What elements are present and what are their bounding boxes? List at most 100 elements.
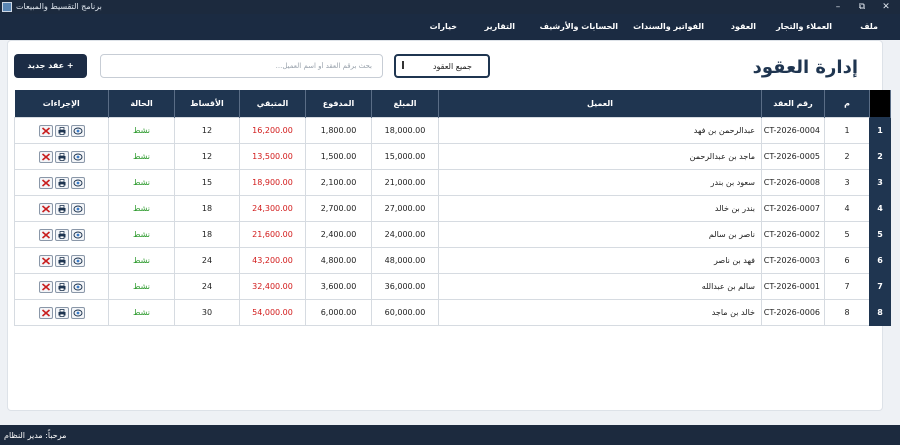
app-icon (2, 2, 12, 12)
row-header[interactable]: 7 (869, 273, 891, 300)
menu-accounts-archive[interactable]: الحسابات والأرشيف (540, 22, 618, 31)
cell-actions (14, 247, 109, 274)
cell-client: بندر بن خالد (438, 195, 762, 222)
dropdown-icon (402, 61, 404, 69)
print-contract-button[interactable] (54, 150, 69, 163)
menu-clients-merchants[interactable]: العملاء والتجار (776, 22, 832, 31)
cell-index: 3 (824, 169, 870, 196)
cell-remaining: 32,400.00 (239, 273, 306, 300)
table-row[interactable]: 7 7 CT-2026-0001 سالم بن عبدالله 36,000.00 3,… (14, 273, 891, 300)
cell-amount: 36,000.00 (371, 273, 439, 300)
delete-contract-button[interactable] (38, 280, 53, 293)
print-contract-button[interactable] (54, 228, 69, 241)
row-header[interactable]: 5 (869, 221, 891, 248)
minimize-button[interactable]: – (826, 0, 850, 14)
table-row[interactable]: 5 5 CT-2026-0002 ناصر بن سالم 24,000.00 2,400… (14, 221, 891, 248)
row-header[interactable]: 1 (869, 117, 891, 144)
view-contract-button[interactable] (70, 254, 85, 267)
cell-status: نشط (108, 195, 175, 222)
view-contract-button[interactable] (70, 176, 85, 189)
col-header-remaining[interactable]: المتبقي (239, 90, 306, 118)
contracts-table: م رقم العقد العميل المبلغ المدفوع المتبق… (14, 90, 891, 326)
delete-contract-button[interactable] (38, 254, 53, 267)
delete-contract-button[interactable] (38, 306, 53, 319)
print-contract-button[interactable] (54, 306, 69, 319)
delete-contract-button[interactable] (38, 228, 53, 241)
print-contract-button[interactable] (54, 202, 69, 215)
menu-contracts[interactable]: العقود (731, 22, 756, 31)
print-contract-button[interactable] (54, 280, 69, 293)
row-header[interactable]: 8 (869, 299, 891, 326)
table-row[interactable]: 8 8 CT-2026-0006 خالد بن ماجد 60,000.00 6,000… (14, 299, 891, 326)
cell-paid: 1,500.00 (305, 143, 372, 170)
view-contract-button[interactable] (70, 124, 85, 137)
cell-contract-no: CT-2026-0006 (761, 299, 825, 326)
cell-index: 2 (824, 143, 870, 170)
view-contract-button[interactable] (70, 228, 85, 241)
table-row[interactable]: 4 4 CT-2026-0007 بندر بن خالد 27,000.00 2,700… (14, 195, 891, 222)
delete-contract-button[interactable] (38, 176, 53, 189)
print-contract-button[interactable] (54, 176, 69, 189)
title-bar: برنامج التقسيط والمبيعات – ⧉ ✕ (0, 0, 900, 14)
cell-actions (14, 221, 109, 248)
col-header-index[interactable]: م (824, 90, 870, 118)
col-header-status[interactable]: الحالة (108, 90, 175, 118)
print-contract-button[interactable] (54, 254, 69, 267)
cell-client: ماجد بن عبدالرحمن (438, 143, 762, 170)
cell-paid: 6,000.00 (305, 299, 372, 326)
view-contract-button[interactable] (70, 280, 85, 293)
menu-reports[interactable]: التقارير (485, 22, 515, 31)
cell-installments: 12 (174, 117, 240, 144)
col-header-installments[interactable]: الأقساط (174, 90, 240, 118)
cell-installments: 24 (174, 247, 240, 274)
cell-status: نشط (108, 143, 175, 170)
cell-paid: 2,100.00 (305, 169, 372, 196)
table-row[interactable]: 6 6 CT-2026-0003 فهد بن ناصر 48,000.00 4,800.… (14, 247, 891, 274)
contract-filter-select[interactable]: جميع العقود (394, 54, 490, 78)
col-header-client[interactable]: العميل (438, 90, 762, 118)
col-header-paid[interactable]: المدفوع (305, 90, 372, 118)
col-header-actions[interactable]: الإجراءات (14, 90, 109, 118)
cell-paid: 4,800.00 (305, 247, 372, 274)
cell-status: نشط (108, 299, 175, 326)
new-contract-button[interactable]: عقد جديد + (14, 54, 87, 78)
cell-remaining: 43,200.00 (239, 247, 306, 274)
delete-contract-button[interactable] (38, 124, 53, 137)
cell-contract-no: CT-2026-0007 (761, 195, 825, 222)
col-header-amount[interactable]: المبلغ (371, 90, 439, 118)
menu-options[interactable]: خيارات (430, 22, 457, 31)
row-header[interactable]: 4 (869, 195, 891, 222)
cell-installments: 18 (174, 195, 240, 222)
maximize-button[interactable]: ⧉ (850, 0, 874, 14)
view-contract-button[interactable] (70, 150, 85, 163)
view-contract-button[interactable] (70, 202, 85, 215)
cell-amount: 27,000.00 (371, 195, 439, 222)
cell-contract-no: CT-2026-0008 (761, 169, 825, 196)
cell-installments: 15 (174, 169, 240, 196)
view-contract-button[interactable] (70, 306, 85, 319)
row-header[interactable]: 2 (869, 143, 891, 170)
row-header[interactable]: 3 (869, 169, 891, 196)
cell-installments: 12 (174, 143, 240, 170)
cell-amount: 15,000.00 (371, 143, 439, 170)
contracts-panel: إدارة العقود جميع العقود عقد جديد + م رق… (7, 40, 891, 411)
print-contract-button[interactable] (54, 124, 69, 137)
cell-paid: 2,700.00 (305, 195, 372, 222)
delete-contract-button[interactable] (38, 202, 53, 215)
select-all-corner[interactable] (869, 90, 891, 118)
row-header[interactable]: 6 (869, 247, 891, 274)
table-row[interactable]: 3 3 CT-2026-0008 سعود بن بندر 21,000.00 2,100… (14, 169, 891, 196)
status-welcome: مرحباً: مدير النظام (4, 431, 67, 440)
cell-client: سعود بن بندر (438, 169, 762, 196)
cell-remaining: 18,900.00 (239, 169, 306, 196)
table-row[interactable]: 2 2 CT-2026-0005 ماجد بن عبدالرحمن 15,000.00… (14, 143, 891, 170)
cell-index: 5 (824, 221, 870, 248)
close-button[interactable]: ✕ (874, 0, 898, 14)
menu-invoices-vouchers[interactable]: الفواتير والسندات (633, 22, 704, 31)
table-row[interactable]: 1 1 CT-2026-0004 عبدالرحمن بن فهد 18,000.00 1… (14, 117, 891, 144)
delete-contract-button[interactable] (38, 150, 53, 163)
search-input[interactable] (100, 54, 383, 78)
menu-file[interactable]: ملف (860, 22, 878, 31)
col-header-contract-no[interactable]: رقم العقد (761, 90, 825, 118)
cell-amount: 48,000.00 (371, 247, 439, 274)
